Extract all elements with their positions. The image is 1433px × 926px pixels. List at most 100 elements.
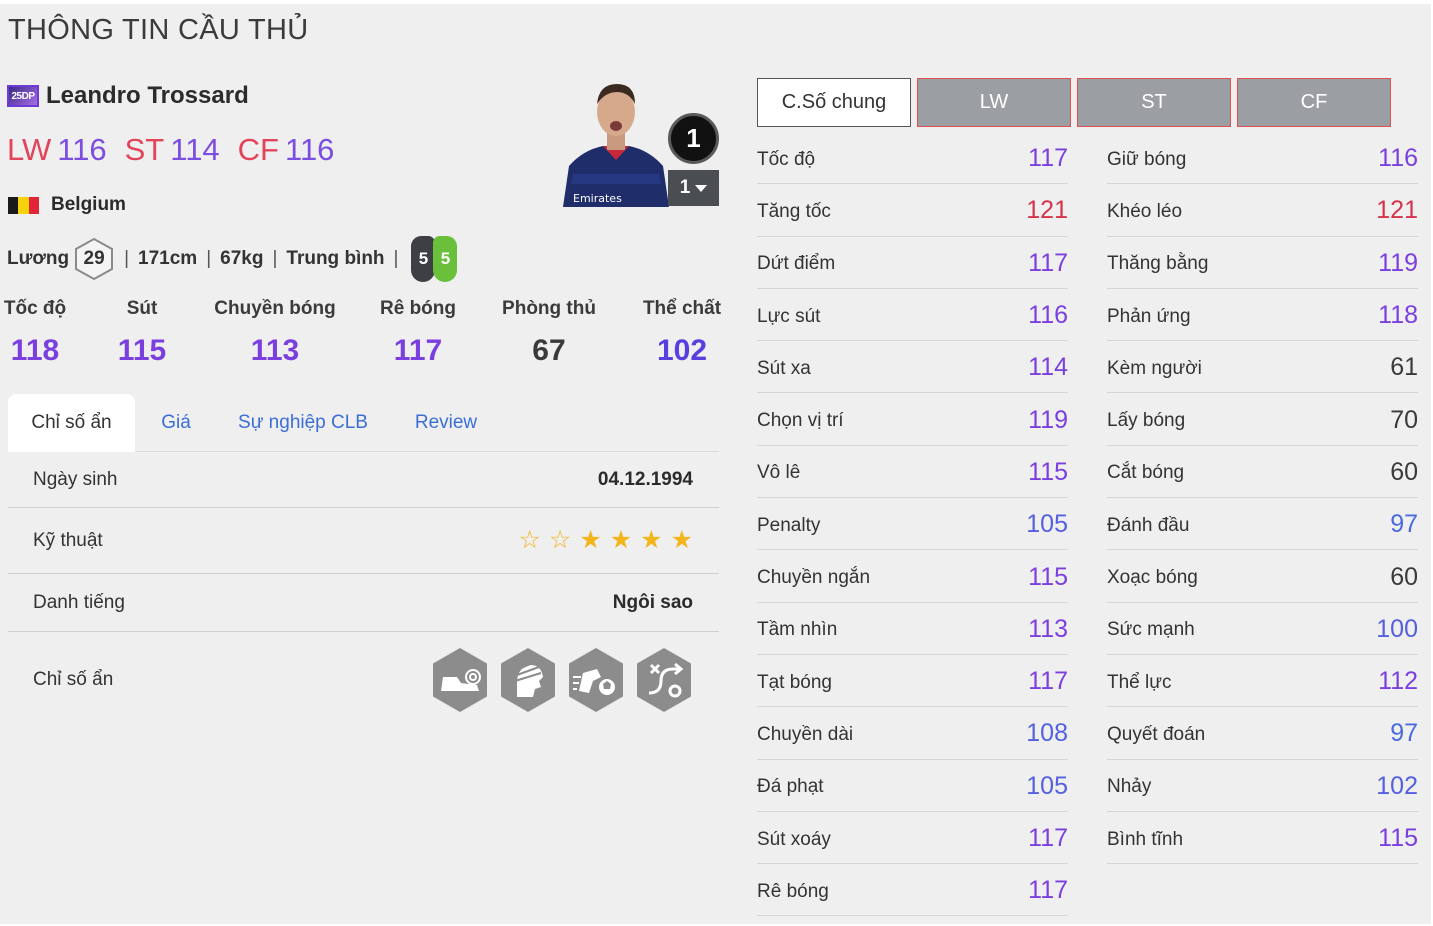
stat-value: 105 [1026, 510, 1068, 539]
star-filled-icon: ★ [609, 526, 633, 554]
stat-name: Sút xa [757, 357, 811, 379]
stat-row: Lực sút 116 [757, 289, 1068, 342]
summary-stat: Phòng thủ 67 [502, 298, 596, 368]
summary-stat-value: 67 [532, 334, 566, 367]
skill-stars: ☆ ☆ ★ ★ ★ ★ [518, 528, 693, 553]
position-rating: LW 116 [7, 132, 107, 168]
salary-badge: 29 [73, 237, 115, 281]
stat-name: Phản ứng [1107, 305, 1191, 327]
summary-stat: Rê bóng 117 [380, 298, 456, 368]
stat-name: Penalty [757, 514, 821, 536]
stat-row: Nhảy 102 [1107, 760, 1418, 812]
tab-club-career[interactable]: Sự nghiệp CLB [234, 394, 372, 452]
stat-value: 119 [1028, 405, 1068, 434]
stat-value: 119 [1378, 248, 1418, 277]
summary-stat-value: 117 [393, 334, 443, 367]
upgrade-level-badge: 1 [668, 113, 719, 164]
visor-head-trait-icon[interactable] [499, 647, 557, 713]
stat-row: Đá phạt 105 [757, 760, 1068, 812]
tab-position-st[interactable]: ST [1077, 78, 1231, 127]
weight-value: 67kg [220, 248, 264, 269]
fast-dribble-trait-icon[interactable] [567, 647, 625, 713]
position-rating: CF 116 [238, 132, 335, 168]
nation-row: Belgium [8, 194, 126, 216]
stat-value: 115 [1378, 824, 1418, 852]
stat-name: Giữ bóng [1107, 148, 1187, 170]
info-row-birth: Ngày sinh 04.12.1994 [8, 452, 719, 508]
tab-price[interactable]: Giá [148, 394, 204, 452]
stat-row: Phản ứng 118 [1107, 289, 1418, 342]
stat-name: Đá phạt [757, 776, 824, 798]
stat-name: Quyết đoán [1107, 723, 1206, 745]
stat-value: 108 [1026, 719, 1068, 748]
stat-value: 97 [1390, 719, 1418, 748]
separator: | [272, 248, 278, 269]
position-label: ST [124, 132, 165, 167]
flag-stripe [8, 196, 19, 214]
stat-value: 61 [1390, 353, 1418, 382]
season-badge: 25DP [7, 85, 39, 107]
stat-value: 117 [1028, 248, 1068, 277]
stat-name: Chuyền ngắn [757, 567, 871, 589]
summary-stat: Sút 115 [118, 298, 166, 368]
stat-name: Lực sút [757, 305, 821, 327]
stat-row: Xoạc bóng 60 [1107, 550, 1418, 603]
stat-value: 100 [1376, 614, 1418, 643]
stat-row: Chuyền ngắn 115 [757, 550, 1068, 603]
stat-name: Bình tĩnh [1107, 828, 1184, 850]
foot-rating-icon: 5 5 [411, 236, 459, 282]
tab-hidden-stats[interactable]: Chỉ số ẩn [8, 394, 135, 452]
player-name: Leandro Trossard [46, 82, 249, 109]
position-label: CF [237, 132, 279, 167]
salary-label: Lương [7, 248, 70, 269]
stat-name: Sức mạnh [1107, 619, 1195, 641]
stat-row: Bình tĩnh 115 [1107, 812, 1418, 865]
stat-value: 118 [1378, 301, 1418, 330]
left-foot-value: 5 [411, 236, 436, 282]
right-foot-value: 5 [433, 236, 458, 282]
flag-stripe [18, 196, 29, 214]
tab-position-lw[interactable]: LW [917, 78, 1071, 127]
stat-name: Tốc độ [757, 148, 816, 170]
stat-row: Giữ bóng 116 [1107, 132, 1418, 185]
stat-value: 117 [1028, 144, 1068, 173]
star-filled-icon: ★ [670, 526, 693, 554]
upgrade-level-select[interactable]: 1 [668, 170, 719, 206]
nation-name: Belgium [51, 194, 126, 215]
summary-stat-value: 118 [10, 334, 60, 367]
page-title: THÔNG TIN CẦU THỦ [8, 14, 309, 46]
summary-stat-label: Tốc độ [3, 298, 67, 319]
stat-name: Khéo léo [1107, 200, 1183, 222]
fame-label: Danh tiếng [33, 591, 125, 613]
flag-stripe [28, 196, 39, 214]
playmaker-path-trait-icon[interactable] [635, 647, 693, 713]
chevron-down-icon [695, 184, 708, 192]
info-row-fame: Danh tiếng Ngôi sao [8, 574, 719, 632]
tab-position-cf[interactable]: CF [1237, 78, 1391, 127]
stat-value: 115 [1028, 457, 1068, 486]
summary-stat: Thể chất 102 [643, 298, 721, 368]
separator: | [206, 248, 212, 269]
tab-review[interactable]: Review [404, 394, 488, 452]
boot-trait-icon[interactable] [431, 647, 489, 713]
info-row-skill: Kỹ thuật ☆ ☆ ★ ★ ★ ★ [8, 508, 719, 574]
position-label: LW [7, 132, 52, 167]
stat-value: 114 [1028, 353, 1068, 382]
stat-name: Đánh đầu [1107, 514, 1190, 536]
salary-value: 29 [83, 248, 105, 269]
summary-stat-value: 102 [656, 334, 708, 367]
stat-name: Rê bóng [757, 880, 829, 902]
summary-stat-value: 113 [250, 334, 300, 367]
stat-row: Vô lê 115 [757, 446, 1068, 499]
summary-stat: Chuyền bóng 113 [214, 298, 335, 368]
star-empty-icon: ☆ [518, 526, 541, 554]
tab-general-stats[interactable]: C.Số chung [757, 78, 911, 127]
stat-name: Tăng tốc [757, 200, 831, 222]
stat-name: Dứt điểm [757, 253, 836, 275]
stat-value: 116 [1378, 144, 1418, 173]
trait-icons [431, 647, 693, 713]
body-type-value: Trung bình [286, 248, 385, 269]
stat-row: Tăng tốc 121 [757, 184, 1068, 237]
star-empty-icon: ☆ [548, 526, 572, 554]
position-value: 116 [57, 132, 107, 167]
